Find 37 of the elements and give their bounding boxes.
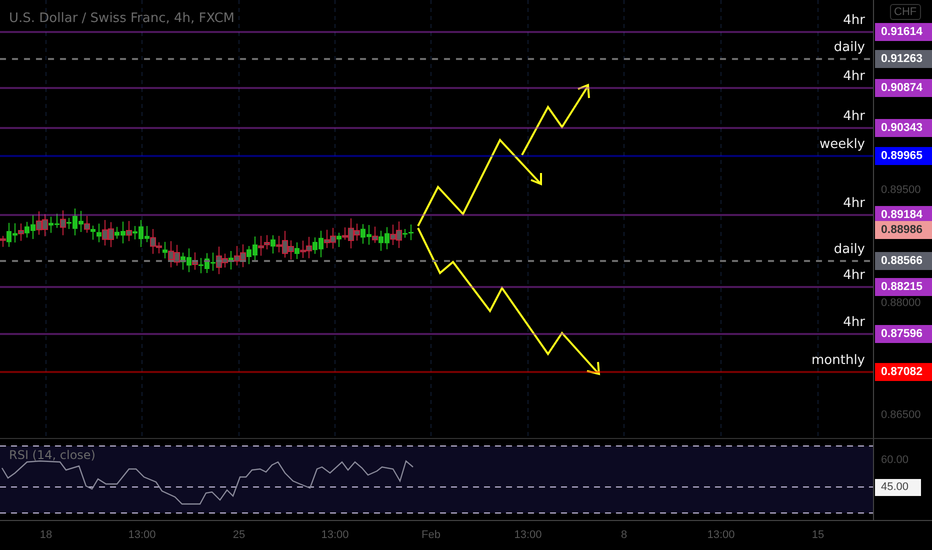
time-label: 8 xyxy=(620,529,628,541)
price-badge: 0.87596 xyxy=(875,324,932,343)
price-badge: 0.88566 xyxy=(875,252,932,270)
price-tick: 0.89500 xyxy=(881,184,921,196)
time-label: 13:00 xyxy=(707,529,735,541)
price-badge: 0.90874 xyxy=(875,78,932,97)
currency-badge: CHF xyxy=(890,4,921,20)
timeframe-label: 4hr xyxy=(843,314,865,330)
time-label: 25 xyxy=(232,529,246,541)
price-badge: 0.87082 xyxy=(875,363,932,382)
indicator-title: RSI (14, close) xyxy=(9,448,96,462)
timeframe-label: 4hr xyxy=(843,68,865,84)
rsi-tick: 60.00 xyxy=(881,454,909,466)
timeframe-label: daily xyxy=(834,242,865,258)
price-tick: 0.86500 xyxy=(881,409,921,421)
timeframe-label: 4hr xyxy=(843,268,865,284)
time-label: 13:00 xyxy=(321,529,349,541)
price-tick: 0.88000 xyxy=(881,296,921,308)
rsi-level-badge: 45.00 xyxy=(875,479,921,496)
time-label: Feb xyxy=(422,529,440,541)
price-badge: 0.91614 xyxy=(875,23,932,42)
timeframe-label: monthly xyxy=(812,353,865,368)
time-label: 13:00 xyxy=(514,529,542,541)
timeframe-label: 4hr xyxy=(843,13,865,28)
time-label: 18 xyxy=(40,529,52,541)
price-badge: 0.90343 xyxy=(875,118,932,137)
timeframe-label: daily xyxy=(834,40,865,55)
timeframe-label: 4hr xyxy=(843,108,865,124)
chart-title: U.S. Dollar / Swiss Franc, 4h, FXCM xyxy=(9,11,234,26)
price-badge: 0.89965 xyxy=(875,147,932,166)
time-label: 13:00 xyxy=(128,529,156,541)
timeframe-label: 4hr xyxy=(843,196,865,211)
timeframe-label: weekly xyxy=(820,137,865,152)
price-badge: 0.88215 xyxy=(875,278,932,296)
time-label: 15 xyxy=(812,529,824,541)
price-badge: 0.91263 xyxy=(875,50,932,68)
current-price-badge: 0.88986 xyxy=(875,220,932,239)
